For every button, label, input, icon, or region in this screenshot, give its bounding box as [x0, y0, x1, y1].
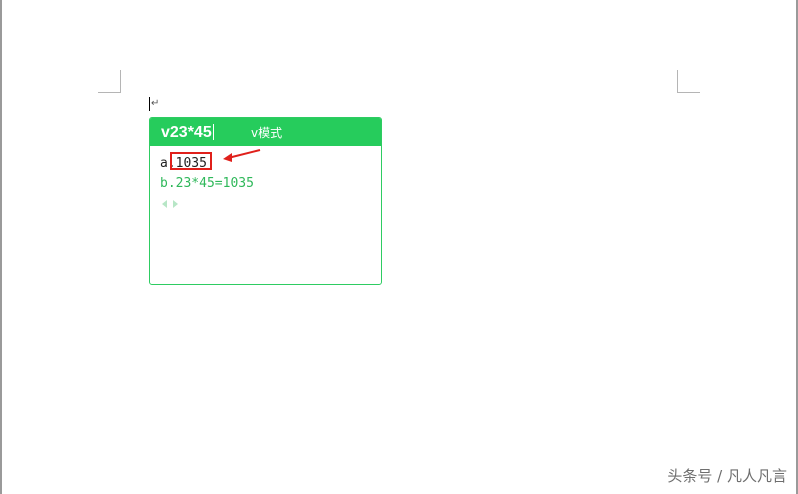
paragraph-mark-icon: ↵: [151, 98, 160, 109]
candidate-b-label: b.: [160, 176, 176, 191]
window-left-border: [0, 0, 2, 494]
candidate-pager: [162, 200, 178, 208]
triangle-left-icon[interactable]: [162, 200, 167, 208]
ime-input-text: v23*45: [161, 124, 212, 141]
candidate-b[interactable]: b.23*45=1035: [160, 176, 254, 191]
document-page: ↵ v23*45 v模式 a.1035 b.23*45=1035 头条号 / 凡…: [0, 0, 798, 494]
top-left-margin-mark: [98, 70, 121, 93]
watermark: 头条号 / 凡人凡言: [667, 467, 787, 485]
triangle-right-icon[interactable]: [173, 200, 178, 208]
ime-mode-label: v模式: [251, 126, 283, 140]
top-right-margin-mark: [677, 70, 700, 93]
ime-candidate-window: v23*45 v模式 a.1035 b.23*45=1035: [149, 117, 382, 285]
ime-header: v23*45 v模式: [150, 118, 381, 146]
ime-composition: v23*45: [161, 124, 214, 142]
text-cursor: [149, 97, 150, 111]
ime-caret: [212, 124, 214, 140]
annotation-highlight-box: [170, 152, 212, 170]
annotation-arrow-icon: [223, 149, 261, 162]
candidate-b-value: 23*45=1035: [175, 176, 254, 191]
